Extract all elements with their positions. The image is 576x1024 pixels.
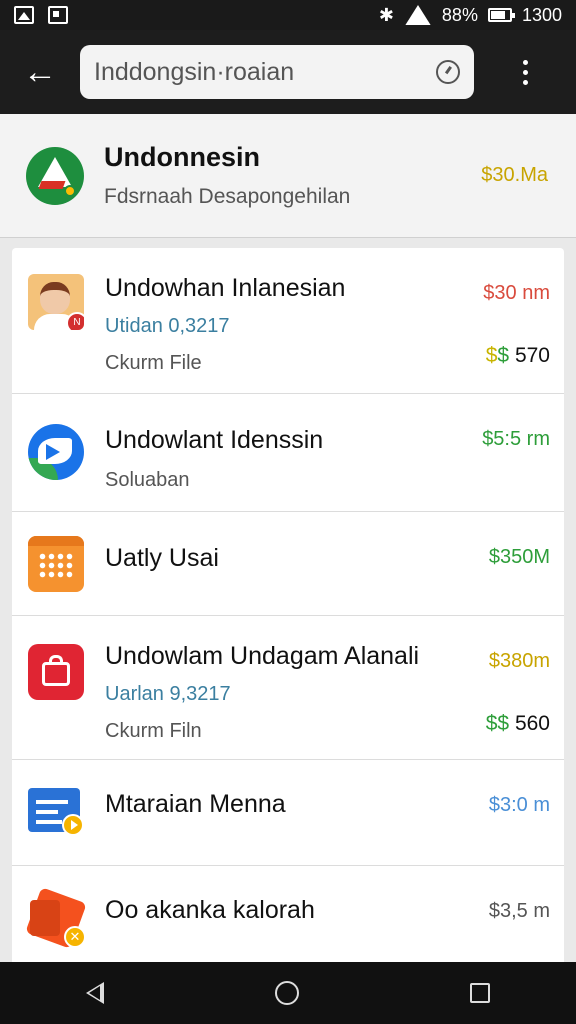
item-title: Oo akanka kalorah [105, 896, 315, 924]
header-subtitle: Fdsrnaah Desapongehilan [104, 185, 351, 208]
list-item[interactable]: ✕ Oo akanka kalorah $3,5 m [12, 866, 564, 966]
list-item[interactable]: N Undowhan Inlanesian Utidan 0,3217 Ckur… [12, 248, 564, 394]
play-circle-icon [28, 424, 84, 480]
item-title: Undowlam Undagam Alanali [105, 642, 420, 670]
battery-icon [487, 8, 515, 22]
item-secondary-price: $$ 570 [485, 344, 550, 367]
avatar-icon: N [28, 274, 84, 330]
item-price: $5:5 rm [482, 428, 550, 450]
list-item[interactable]: Undowlam Undagam Alanali Uarlan 9,3217 C… [12, 616, 564, 760]
toolbar: ← Inddongsin·roaian [0, 30, 576, 114]
calendar-icon [28, 536, 84, 592]
more-options-button[interactable] [474, 30, 576, 114]
item-price: $30 nm [483, 282, 550, 304]
back-arrow-icon: ← [23, 52, 57, 91]
shopping-bag-icon [28, 644, 84, 700]
list-item[interactable]: Undowlant Idenssin Soluaban $5:5 rm [12, 394, 564, 512]
status-bar: ✱ 88% 1300 [0, 0, 576, 30]
burst-badge-icon: ✕ [25, 887, 87, 949]
item-secondary-price: $$ 560 [485, 712, 550, 735]
item-title: Undowlant Idenssin [105, 426, 324, 454]
header-title: Undonnesin [104, 142, 260, 172]
item-meta: Ckurm Filn [105, 720, 202, 742]
search-input[interactable]: Inddongsin·roaian [80, 45, 474, 99]
search-text: Inddongsin·roaian [94, 57, 295, 86]
back-button[interactable]: ← [0, 30, 80, 114]
item-title: Uatly Usai [105, 544, 219, 572]
app-logo-icon [26, 146, 84, 205]
clock-time: 1300 [521, 4, 562, 25]
item-price: $3:0 m [488, 794, 550, 816]
item-price: $3,5 m [488, 900, 550, 922]
item-meta: Soluaban [105, 469, 190, 491]
battery-percent: 88% [441, 4, 478, 25]
more-vert-icon [522, 59, 528, 85]
item-meta: Ckurm File [105, 352, 202, 374]
bluetooth-icon: ✱ [378, 4, 394, 25]
nav-home-icon[interactable] [274, 981, 299, 1005]
document-play-icon [28, 788, 84, 836]
screen: ✱ 88% 1300 ← Inddongsin·roaian Undonnesi… [0, 0, 576, 1024]
image-icon [14, 6, 34, 24]
clock-icon[interactable] [436, 60, 460, 84]
list-item[interactable]: Mtaraian Menna $3:0 m [12, 760, 564, 866]
item-title: Undowhan Inlanesian [105, 274, 346, 302]
picture-icon [48, 6, 68, 24]
item-price: $380m [488, 650, 550, 672]
list-item[interactable]: Uatly Usai $350M [12, 512, 564, 616]
results-list: N Undowhan Inlanesian Utidan 0,3217 Ckur… [12, 248, 564, 966]
item-subtitle: Uarlan 9,3217 [105, 683, 231, 705]
nav-back-icon[interactable] [85, 982, 104, 1004]
header-card[interactable]: Undonnesin Fdsrnaah Desapongehilan $30.M… [0, 114, 576, 238]
header-price: $30.Ma [481, 164, 548, 186]
item-subtitle: Utidan 0,3217 [105, 315, 230, 337]
item-price: $350M [488, 546, 550, 568]
wifi-icon [405, 5, 431, 25]
nav-recents-icon[interactable] [470, 983, 491, 1003]
item-title: Mtaraian Menna [105, 790, 286, 818]
navigation-bar [0, 962, 576, 1024]
